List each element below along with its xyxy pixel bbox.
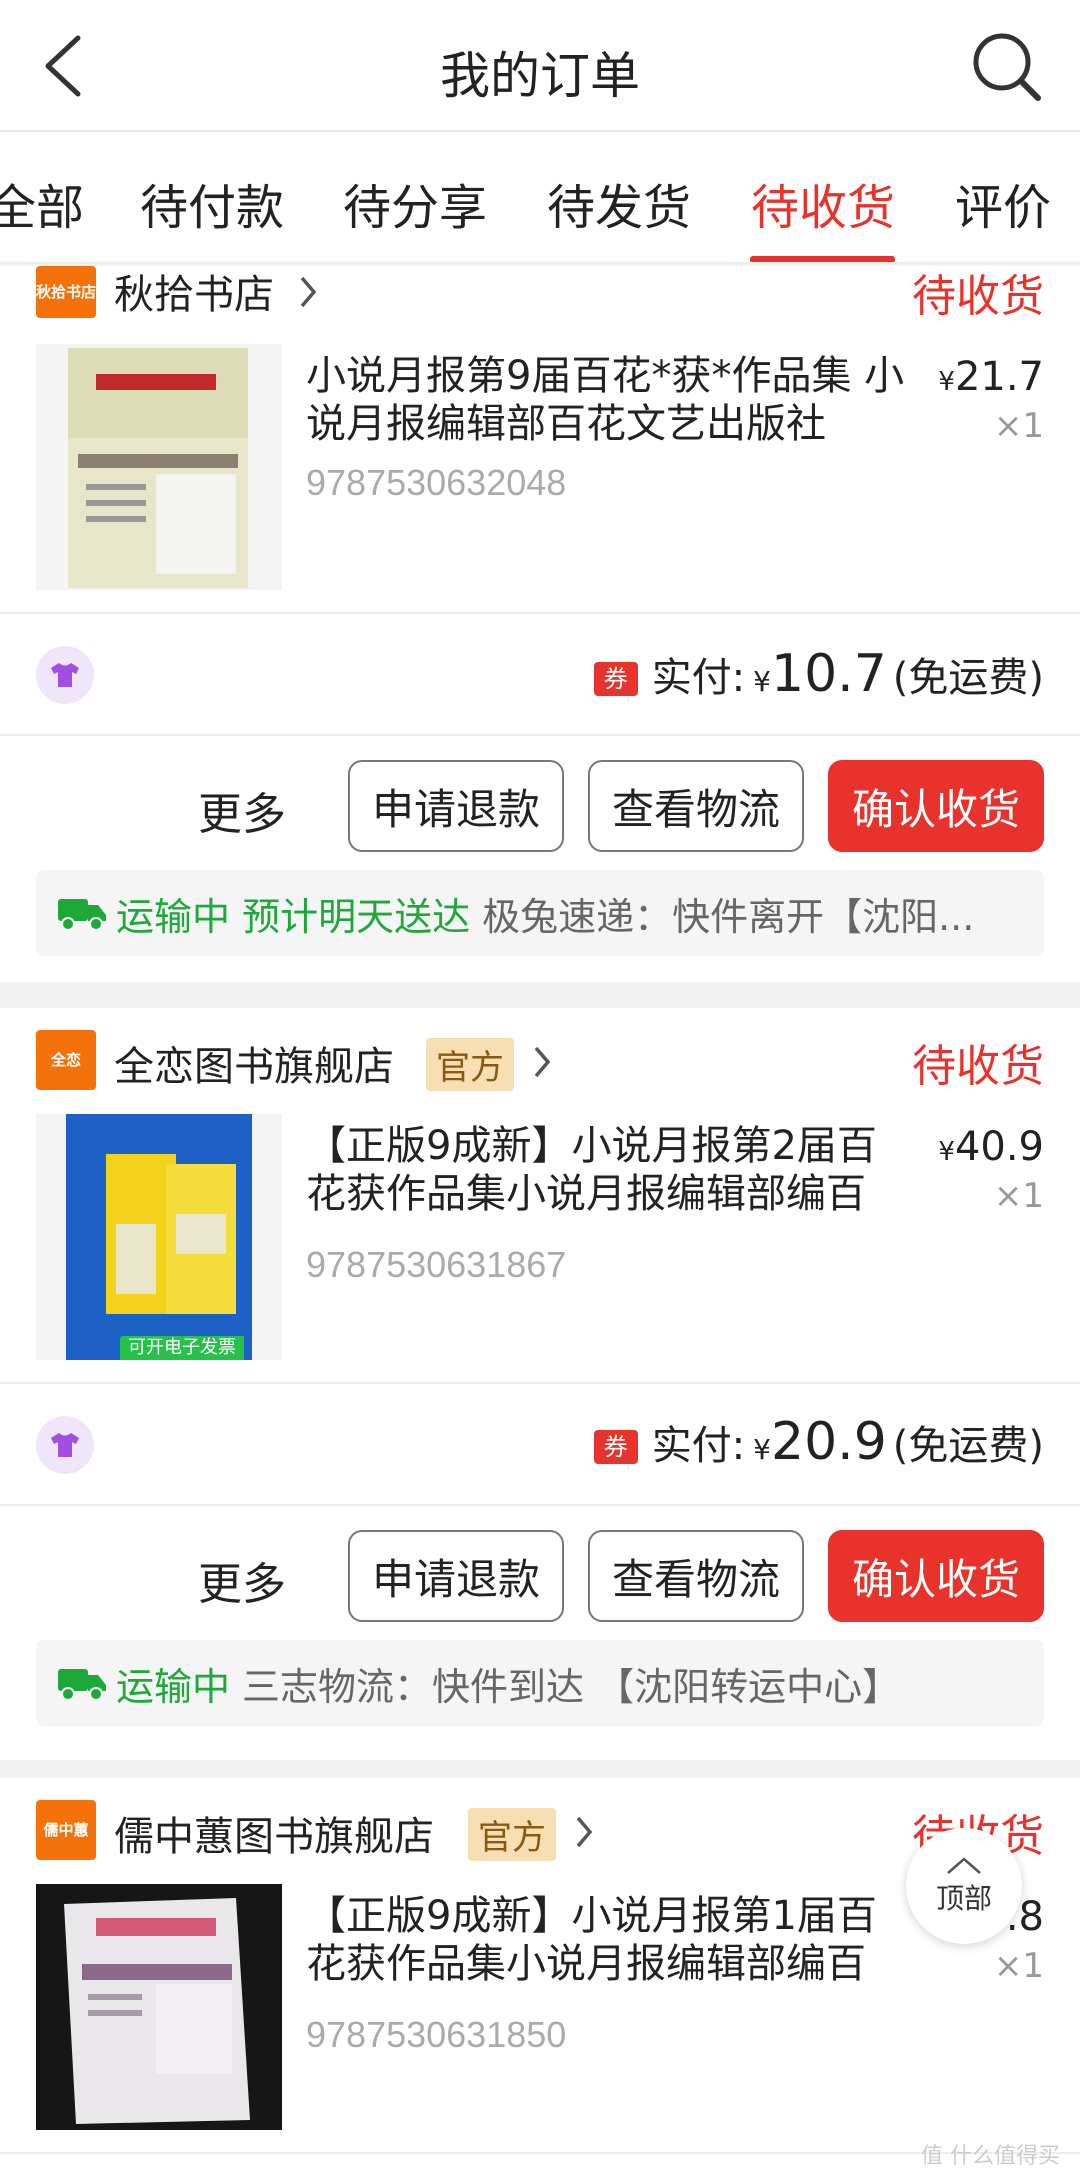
- logistics-status: 运输中 预计明天送达: [116, 894, 471, 939]
- request-refund-button[interactable]: 申请退款: [348, 760, 564, 852]
- paid-summary: 券 实付: ¥ 10.7 (免运费): [593, 644, 1044, 704]
- book-cover-image: [36, 1884, 282, 2130]
- order-card: 秋拾书店 秋拾书店 待收货 小说月报第9届百花*获*作品集 小说月报编辑部百花文…: [0, 266, 1080, 982]
- coupon-badge: 券: [593, 1430, 638, 1464]
- paid-label: 实付:: [651, 655, 746, 701]
- product-isbn: 9787530631850: [306, 2014, 567, 2055]
- logistics-status: 运输中: [116, 1664, 231, 1709]
- official-badge: 官方: [468, 1808, 556, 1861]
- paid-currency: ¥: [753, 1433, 771, 1466]
- truck-icon: [58, 899, 106, 931]
- product-image[interactable]: [36, 1884, 282, 2130]
- shop-name[interactable]: 秋拾书店: [114, 262, 274, 320]
- tab-pending-shipment[interactable]: 待发货: [547, 168, 691, 238]
- view-logistics-button[interactable]: 查看物流: [588, 760, 804, 852]
- shipping-note: (免运费): [892, 655, 1044, 701]
- divider: [0, 1504, 1080, 1506]
- tab-all[interactable]: 全部: [0, 168, 84, 238]
- back-to-top-button[interactable]: 顶部: [906, 1828, 1022, 1944]
- paid-currency: ¥: [753, 665, 771, 698]
- e-invoice-tag: 可开电子发票: [120, 1336, 244, 1360]
- product-quantity: ×1: [993, 406, 1044, 446]
- product-title[interactable]: 【正版9成新】小说月报第1届百花获作品集小说月报编辑部编百: [306, 1892, 906, 1988]
- logistics-detail: 极兔速递：快件离开【沈阳...: [482, 894, 975, 939]
- tab-pending-share[interactable]: 待分享: [343, 168, 487, 238]
- shop-name[interactable]: 儒中蕙图书旗舰店: [114, 1804, 434, 1862]
- divider: [0, 1382, 1080, 1384]
- order-card: 全恋 全恋图书旗舰店 官方 待收货 可开电子发票 【正版9成新】小说月报第2届百…: [0, 1008, 1080, 1760]
- tshirt-icon: [36, 646, 94, 704]
- confirm-receipt-button[interactable]: 确认收货: [828, 1530, 1044, 1622]
- product-price: ¥40.9: [938, 1124, 1044, 1170]
- truck-icon: [58, 1669, 106, 1701]
- logistics-detail: 三志物流：快件到达 【沈阳转运中心】: [242, 1664, 901, 1709]
- tab-pending-receipt[interactable]: 待收货: [751, 168, 895, 238]
- book-cover-image: [36, 1114, 282, 1360]
- divider: [0, 734, 1080, 736]
- tab-pending-payment[interactable]: 待付款: [140, 168, 284, 238]
- shipping-note: (免运费): [892, 1423, 1044, 1469]
- order-status: 待收货: [912, 1041, 1044, 1092]
- paid-summary: 券 实付: ¥ 20.9 (免运费): [593, 1412, 1044, 1472]
- request-refund-button[interactable]: 申请退款: [348, 1530, 564, 1622]
- tshirt-icon: [36, 1416, 94, 1474]
- paid-amount: 10.7: [771, 644, 887, 704]
- divider: [0, 612, 1080, 614]
- paid-label: 实付:: [651, 1423, 746, 1469]
- tab-review[interactable]: 评价: [955, 168, 1051, 238]
- page-title: 我的订单: [440, 47, 640, 105]
- active-tab-indicator: [750, 256, 895, 262]
- view-logistics-button[interactable]: 查看物流: [588, 1530, 804, 1622]
- paid-amount: 20.9: [771, 1412, 887, 1472]
- confirm-receipt-button[interactable]: 确认收货: [828, 760, 1044, 852]
- product-isbn: 9787530631867: [306, 1244, 567, 1285]
- product-image[interactable]: 可开电子发票: [36, 1114, 282, 1360]
- shop-logo: 全恋: [36, 1030, 96, 1090]
- back-to-top-label: 顶部: [935, 1882, 992, 1915]
- chevron-up-icon: [947, 1857, 981, 1874]
- product-title[interactable]: 小说月报第9届百花*获*作品集 小说月报编辑部百花文艺出版社: [306, 352, 906, 448]
- shop-logo: 儒中蕙: [36, 1800, 96, 1860]
- order-status: 待收货: [912, 271, 1044, 322]
- search-icon[interactable]: [968, 28, 1044, 104]
- product-price: ¥21.7: [938, 354, 1044, 400]
- divider: [0, 2152, 1080, 2154]
- product-isbn: 9787530632048: [306, 462, 567, 503]
- more-button[interactable]: 更多: [198, 778, 286, 842]
- book-cover-image: [36, 344, 282, 590]
- product-quantity: ×1: [993, 1176, 1044, 1216]
- official-badge: 官方: [426, 1038, 514, 1091]
- chevron-right-icon: [534, 1046, 551, 1078]
- chevron-right-icon: [300, 276, 317, 308]
- logistics-info[interactable]: 运输中 三志物流：快件到达 【沈阳转运中心】: [36, 1640, 1044, 1726]
- shop-name[interactable]: 全恋图书旗舰店: [114, 1034, 394, 1092]
- shop-logo: 秋拾书店: [36, 266, 96, 318]
- top-bar: 我的订单: [0, 0, 1080, 132]
- order-card: 儒中蕙 儒中蕙图书旗舰店 官方 待收货 【正版9成新】小说月报第1届百花获作品集…: [0, 1778, 1080, 2171]
- product-image[interactable]: [36, 344, 282, 590]
- chevron-right-icon: [576, 1816, 593, 1848]
- more-button[interactable]: 更多: [198, 1548, 286, 1612]
- logistics-info[interactable]: 运输中 预计明天送达 极兔速递：快件离开【沈阳...: [36, 870, 1044, 956]
- order-status-tabs: 全部 待付款 待分享 待发货 待收货 评价: [0, 132, 1080, 264]
- product-quantity: ×1: [993, 1946, 1044, 1986]
- coupon-badge: 券: [593, 662, 638, 696]
- watermark: 值 什么值得买: [921, 2144, 1060, 2169]
- product-title[interactable]: 【正版9成新】小说月报第2届百花获作品集小说月报编辑部编百: [306, 1122, 906, 1218]
